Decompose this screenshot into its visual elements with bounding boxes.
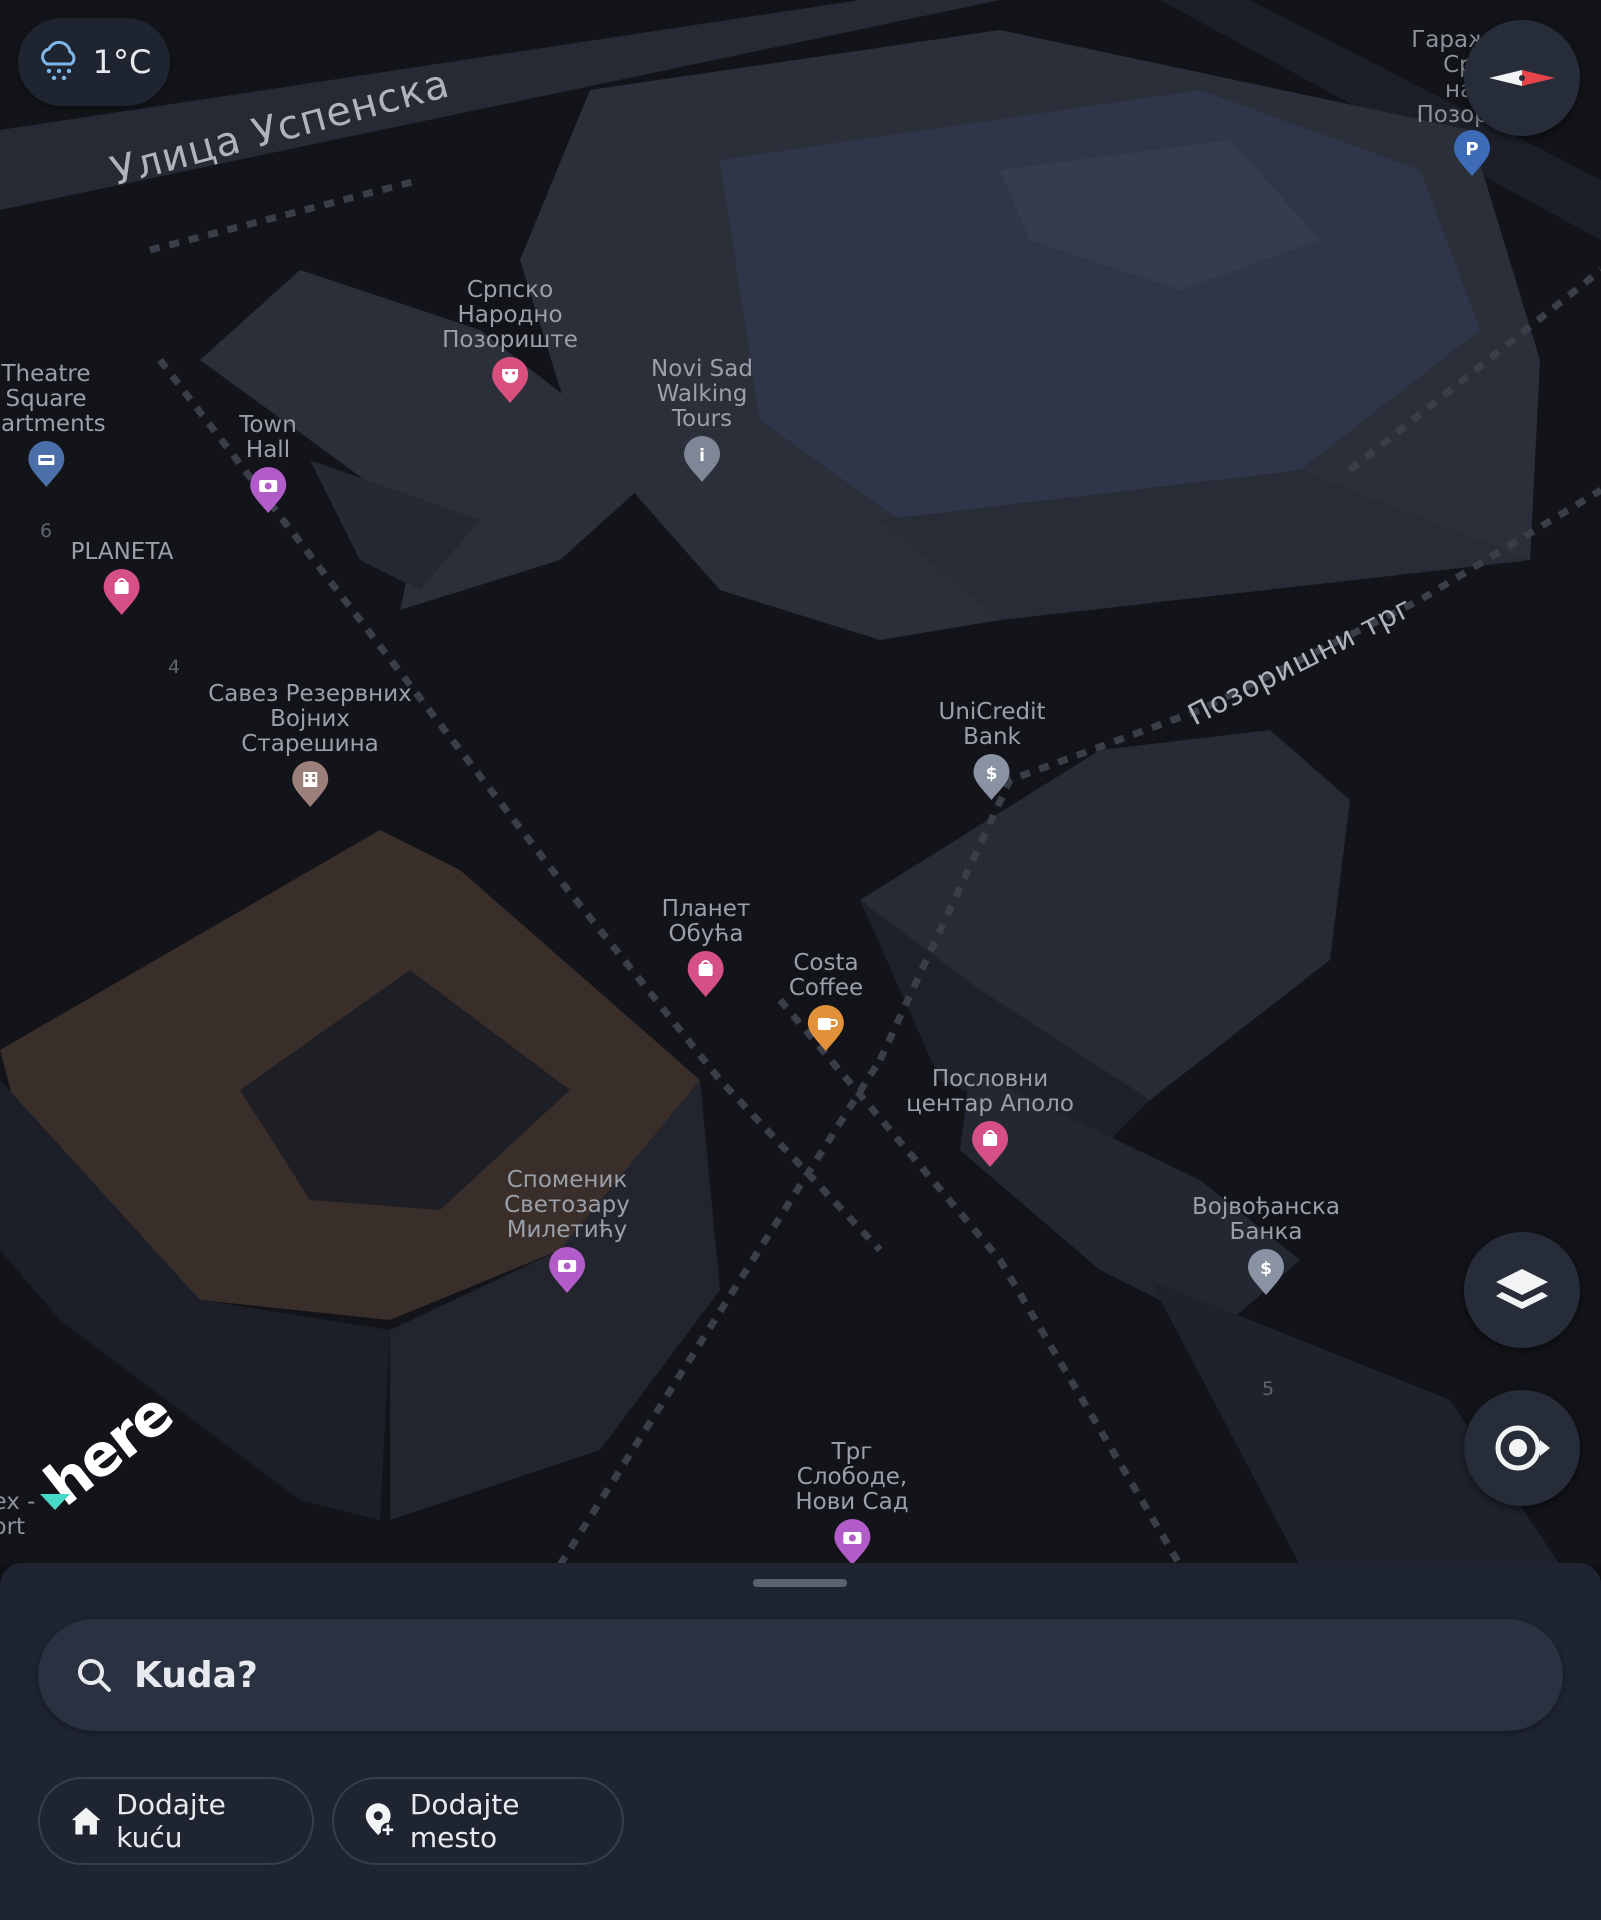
poi-vojvodjanska-banka[interactable]: Војвођанска Банка $	[1192, 1195, 1340, 1297]
parking-pin[interactable]: P	[1452, 130, 1492, 184]
shopping-bag-icon	[104, 569, 140, 615]
poi-label-line: Обућа	[668, 921, 744, 947]
dollar-icon: $	[973, 754, 1010, 800]
add-place-button[interactable]: Dodajte mesto	[332, 1777, 624, 1865]
poi-theatre-square-apartments[interactable]: TheatreSquarepartments	[0, 362, 106, 489]
locate-icon	[1495, 1425, 1550, 1471]
poi-label-line: Планет	[661, 896, 751, 922]
here-logo-triangle	[40, 1494, 70, 1510]
add-home-label: Dodajte kuću	[116, 1788, 226, 1854]
poi-label-line: Tours	[671, 406, 733, 432]
compass-icon	[1489, 70, 1555, 86]
poi-label-line: Народно	[457, 302, 563, 328]
poi-label-line: Војвођанска	[1191, 1194, 1341, 1220]
poi-label-line: PLANETA	[70, 539, 174, 565]
poi-label-line: Милетићу	[506, 1217, 628, 1243]
house-number: 5	[1262, 1378, 1275, 1400]
svg-text:$: $	[1260, 1259, 1272, 1279]
poi-label-line: Српско	[466, 277, 554, 303]
hotel-icon	[28, 441, 64, 487]
layers-button[interactable]	[1464, 1232, 1580, 1348]
poi-label-line: Walking	[656, 381, 748, 407]
poi-poslovni-centar-apolo[interactable]: Пословни центар Аполо	[906, 1067, 1074, 1169]
parking-icon: P	[1454, 130, 1490, 176]
poi-label-line: Coffee	[788, 975, 864, 1001]
poi-planeta[interactable]: PLANETA	[70, 539, 174, 617]
locate-button[interactable]	[1464, 1390, 1580, 1506]
camera-icon	[834, 1519, 870, 1565]
layers-icon	[1496, 1269, 1548, 1309]
svg-text:$: $	[986, 764, 998, 784]
snow-cloud-icon	[40, 40, 76, 81]
sheet-drag-handle[interactable]	[753, 1579, 847, 1587]
poi-label-line: Costa	[793, 950, 859, 976]
poi-label-line: Споменик	[506, 1167, 628, 1193]
coffee-icon	[808, 1005, 844, 1051]
bottom-sheet[interactable]: Kuda? Dodajte kuću Dodajte mesto	[0, 1563, 1601, 1920]
poi-label-line: Пословни	[931, 1066, 1049, 1092]
poi-unicredit-bank[interactable]: UniCredit Bank $	[938, 699, 1046, 802]
poi-label-line: partments	[0, 411, 106, 437]
poi-novi-sad-walking-tours[interactable]: Novi Sad Walking Tours i	[651, 357, 753, 484]
camera-icon	[549, 1247, 585, 1293]
search-placeholder: Kuda?	[134, 1654, 258, 1696]
poi-label-line: Bank	[963, 724, 1021, 750]
poi-costa-coffee[interactable]: Costa Coffee	[789, 951, 863, 1053]
map-view[interactable]: Улица Успенска Позоришни трг 6 4 5 Гараж…	[0, 0, 1601, 1565]
poi-label-line: центар Аполо	[906, 1091, 1074, 1117]
dollar-icon: $	[1247, 1249, 1284, 1295]
poi-trg-slobode[interactable]: Трг Слободе, Нови Сад	[795, 1439, 909, 1565]
poi-planet-obuca[interactable]: Планет Обућа	[661, 896, 751, 999]
building-icon	[292, 761, 328, 807]
poi-srpsko-narodno-pozoriste[interactable]: Српско Народно Позориште	[442, 278, 578, 405]
poi-label-line: Нови Сад	[795, 1489, 909, 1515]
svg-text:i: i	[699, 446, 705, 466]
poi-town-hall[interactable]: Town Hall	[239, 413, 297, 515]
poi-label-line: Војних	[270, 706, 350, 732]
svg-text:P: P	[1465, 139, 1478, 160]
info-icon: i	[683, 436, 720, 482]
temperature-text: 1°C	[92, 43, 152, 81]
poi-label-line: Town	[239, 412, 297, 438]
poi-label-line: Hall	[245, 437, 291, 463]
shopping-bag-icon	[688, 951, 724, 997]
house-number: 6	[40, 520, 53, 542]
house-number: 4	[168, 656, 181, 678]
poi-label-line: UniCredit	[938, 699, 1046, 725]
add-place-label: Dodajte mesto	[409, 1788, 520, 1854]
partial-label-left: ex -ort	[0, 1489, 36, 1540]
poi-label-line: Слободе,	[796, 1464, 908, 1490]
shopping-bag-icon	[972, 1121, 1008, 1167]
poi-label-line: Старешина	[241, 731, 379, 757]
poi-savez-rezervnih[interactable]: Савез Резервних Војних Старешина	[208, 682, 412, 809]
poi-label-line: Трг	[831, 1439, 873, 1465]
poi-label-line: Савез Резервних	[208, 681, 412, 707]
poi-label-line: Светозару	[504, 1192, 630, 1218]
add-place-icon	[365, 1803, 395, 1837]
poi-label-line: Novi Sad	[651, 356, 753, 382]
search-input[interactable]: Kuda?	[38, 1619, 1563, 1731]
poi-spomenik-svetozaru-miletichu[interactable]: Споменик Светозару Милетићу	[504, 1168, 630, 1295]
poi-label-line: Square	[5, 386, 87, 412]
compass-button[interactable]	[1464, 20, 1580, 136]
poi-label-line: Позориште	[442, 327, 578, 353]
theater-mask-icon	[492, 357, 528, 403]
camera-icon	[249, 467, 286, 513]
weather-widget[interactable]: 1°C	[18, 18, 170, 106]
home-icon	[71, 1807, 101, 1835]
add-home-button[interactable]: Dodajte kuću	[38, 1777, 314, 1865]
poi-label-line: Банка	[1229, 1219, 1303, 1245]
search-icon	[78, 1659, 111, 1692]
poi-label-line: Theatre	[1, 361, 91, 387]
